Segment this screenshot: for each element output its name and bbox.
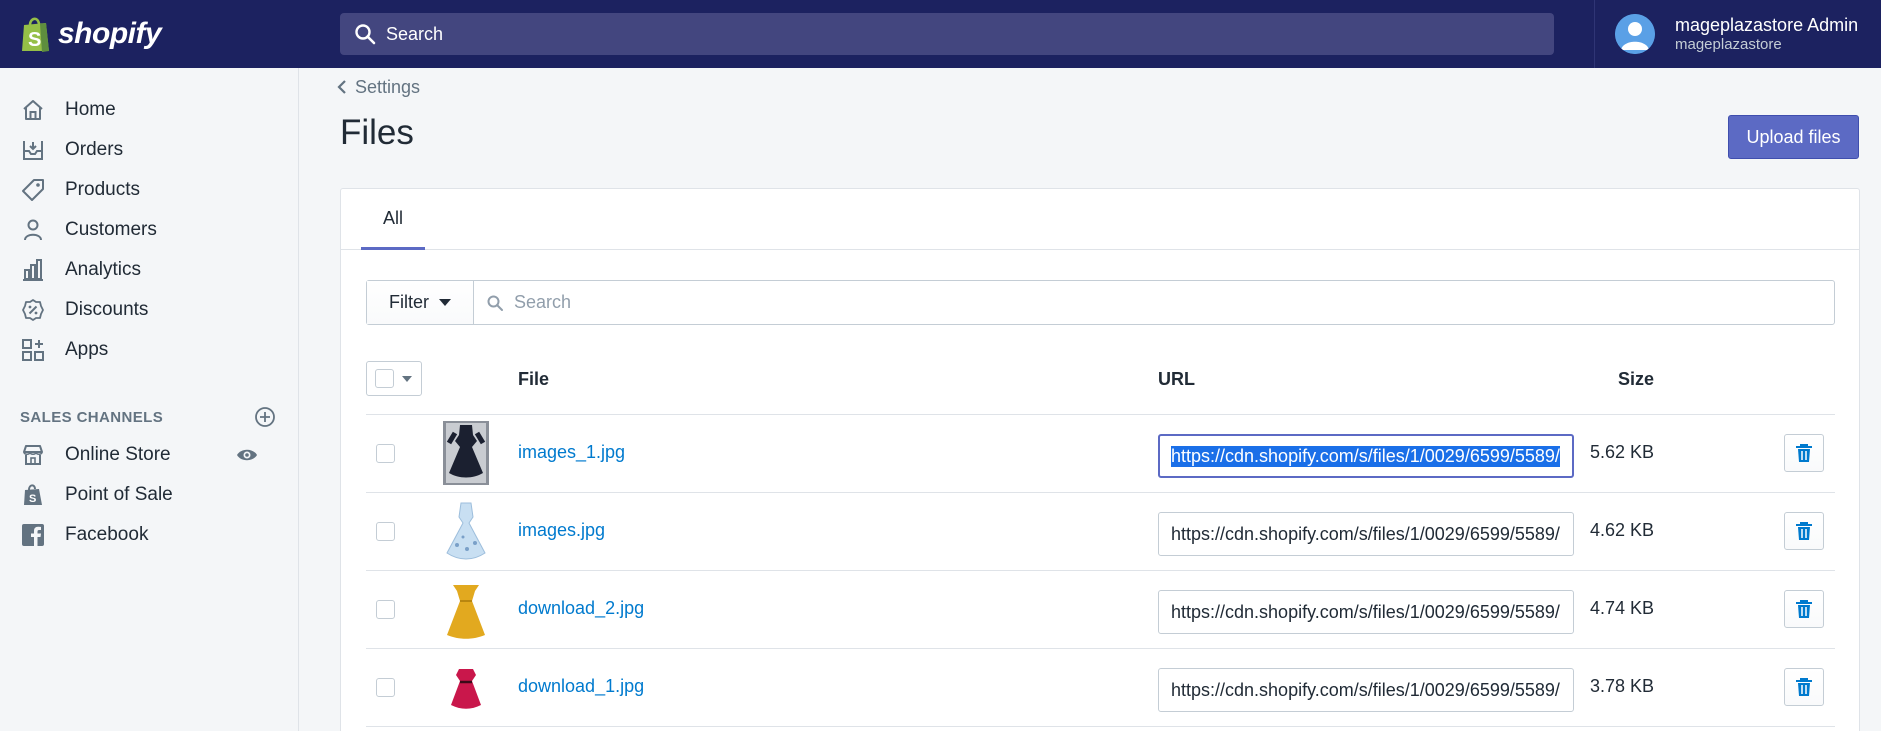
sidebar-item-analytics[interactable]: Analytics [20, 252, 280, 288]
sidebar-item-home[interactable]: Home [20, 92, 280, 128]
tag-icon [20, 177, 46, 203]
file-name-link[interactable]: download_2.jpg [518, 598, 644, 619]
red-dress-thumbnail[interactable] [443, 655, 489, 719]
filter-label: Filter [389, 292, 429, 312]
eye-icon[interactable] [236, 447, 258, 463]
global-search-input[interactable]: Search [340, 13, 1554, 55]
sidebar-item-label: Home [65, 99, 116, 120]
filter-button[interactable]: Filter [367, 281, 474, 324]
delete-button[interactable] [1784, 512, 1824, 550]
table-header: File URL Size [366, 357, 1835, 415]
file-name-link[interactable]: images_1.jpg [518, 442, 625, 463]
avatar [1615, 14, 1655, 54]
files-card: All Filter Search File URL Size images_1… [340, 188, 1860, 731]
column-header-url: URL [1158, 369, 1195, 389]
sidebar-item-point-of-sale[interactable]: S Point of Sale [20, 477, 280, 513]
sidebar: Home Orders Products Customers Analytics… [0, 68, 299, 731]
user-avatar-icon [1615, 14, 1655, 54]
sidebar-item-discounts[interactable]: Discounts [20, 292, 280, 328]
sidebar-item-customers[interactable]: Customers [20, 212, 280, 248]
white-floral-dress-thumbnail[interactable] [443, 499, 489, 563]
row-checkbox[interactable] [376, 600, 395, 619]
file-size: 5.62 KB [1589, 442, 1654, 462]
sidebar-item-label: Point of Sale [65, 484, 173, 505]
delete-button[interactable] [1784, 668, 1824, 706]
yellow-dress-thumbnail[interactable] [443, 577, 489, 641]
sidebar-item-online-store[interactable]: Online Store [20, 437, 280, 473]
home-icon [20, 97, 46, 123]
discount-icon [20, 297, 46, 323]
tab-all[interactable]: All [361, 189, 425, 250]
breadcrumb[interactable]: Settings [337, 76, 420, 98]
apps-icon [20, 337, 46, 363]
sidebar-item-facebook[interactable]: Facebook [20, 517, 280, 553]
sidebar-item-label: Facebook [65, 524, 149, 545]
column-header-file: File [518, 369, 550, 389]
file-size: 4.62 KB [1589, 520, 1654, 540]
caret-down-icon [439, 299, 451, 306]
trash-icon [1796, 600, 1812, 618]
upload-files-button[interactable]: Upload files [1728, 115, 1859, 159]
table-row: download_2.jpg https://cdn.shopify.com/s… [366, 571, 1835, 649]
shopify-bag-icon: S [22, 17, 49, 52]
search-icon [487, 295, 503, 311]
add-channel-icon[interactable] [254, 406, 276, 428]
trash-icon [1796, 522, 1812, 540]
sales-channels-header: SALES CHANNELS [20, 405, 276, 429]
sidebar-item-label: Online Store [65, 444, 171, 465]
search-placeholder: Search [386, 23, 444, 44]
page-title: Files [340, 113, 414, 152]
files-search-input[interactable]: Search [474, 281, 1834, 324]
black-dress-thumbnail[interactable] [443, 421, 489, 485]
sidebar-item-label: Customers [65, 219, 157, 240]
chevron-left-icon [337, 80, 346, 94]
files-search-placeholder: Search [514, 292, 572, 312]
file-name-link[interactable]: images.jpg [518, 520, 605, 541]
sidebar-item-label: Analytics [65, 259, 142, 280]
table-row: download_1.jpg https://cdn.shopify.com/s… [366, 649, 1835, 727]
breadcrumb-settings-link[interactable]: Settings [355, 77, 420, 98]
bar-chart-icon [20, 257, 46, 283]
file-size: 4.74 KB [1589, 598, 1654, 618]
bag-icon: S [20, 482, 46, 508]
table-row: images.jpg https://cdn.shopify.com/s/fil… [366, 493, 1835, 571]
sidebar-item-products[interactable]: Products [20, 172, 280, 208]
top-bar: S shopify Search mageplazastore Admin ma… [0, 0, 1881, 68]
tabs-bar: All [341, 189, 1859, 250]
row-checkbox[interactable] [376, 444, 395, 463]
user-name: mageplazastore Admin [1675, 15, 1859, 35]
select-all-checkbox[interactable] [375, 369, 394, 388]
svg-text:S: S [28, 29, 41, 51]
delete-button[interactable] [1784, 590, 1824, 628]
delete-button[interactable] [1784, 434, 1824, 472]
bulk-select-checkbox[interactable] [366, 361, 422, 396]
file-name-link[interactable]: download_1.jpg [518, 676, 644, 697]
orders-icon [20, 137, 46, 163]
caret-down-icon[interactable] [402, 375, 412, 382]
sidebar-item-label: Orders [65, 139, 124, 160]
trash-icon [1796, 678, 1812, 696]
sidebar-item-label: Products [65, 179, 140, 200]
trash-icon [1796, 444, 1812, 462]
sales-channels-heading: SALES CHANNELS [20, 408, 164, 426]
user-store: mageplazastore [1675, 36, 1782, 53]
brand-logo[interactable]: S shopify [0, 0, 299, 68]
sidebar-item-label: Apps [65, 339, 109, 360]
column-header-size: Size [1617, 369, 1654, 389]
row-checkbox[interactable] [376, 678, 395, 697]
facebook-icon [20, 522, 46, 548]
user-menu[interactable]: mageplazastore Admin mageplazastore [1594, 0, 1881, 68]
sidebar-item-orders[interactable]: Orders [20, 132, 280, 168]
svg-text:S: S [29, 493, 36, 505]
store-icon [20, 442, 46, 468]
file-size: 3.78 KB [1589, 676, 1654, 696]
sidebar-item-label: Discounts [65, 299, 149, 320]
row-checkbox[interactable] [376, 522, 395, 541]
person-icon [20, 217, 46, 243]
filter-bar: Filter Search [366, 280, 1835, 325]
brand-wordmark: shopify [58, 17, 162, 50]
table-row: images_1.jpg https://cdn.shopify.com/s/f… [366, 415, 1835, 493]
search-icon [355, 24, 376, 45]
sidebar-item-apps[interactable]: Apps [20, 332, 280, 368]
